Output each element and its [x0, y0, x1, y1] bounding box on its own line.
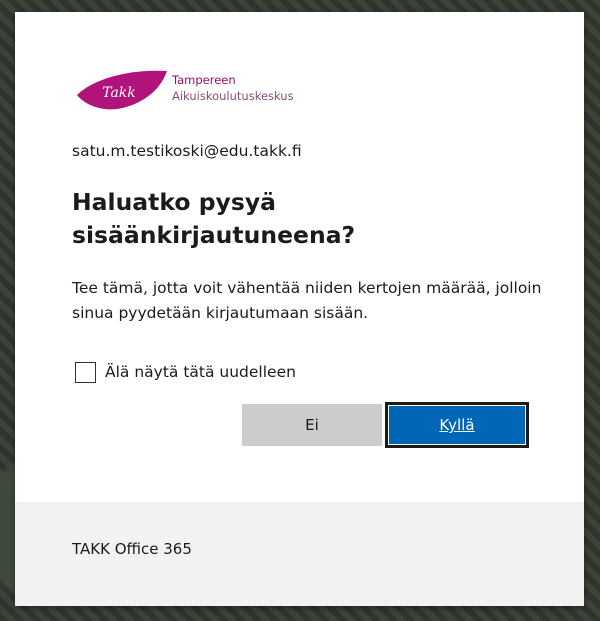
- dont-show-again-checkbox[interactable]: [75, 361, 96, 383]
- dont-show-again-label[interactable]: Älä näytä tätä uudelleen: [105, 363, 296, 381]
- stay-signed-in-dialog: Takk Tampereen Aikuiskoulutuskeskus satu…: [15, 12, 584, 606]
- dialog-title: Haluatko pysyä sisäänkirjautuneena?: [72, 188, 356, 249]
- yes-button[interactable]: Kyllä: [385, 402, 529, 448]
- footer-text: TAKK Office 365: [72, 540, 192, 558]
- takk-logo-icon: Takk: [77, 70, 167, 110]
- takk-logo: Takk Tampereen Aikuiskoulutuskeskus: [73, 67, 294, 117]
- logo-line-1: Tampereen: [172, 73, 236, 87]
- dialog-footer: TAKK Office 365: [15, 502, 584, 606]
- logo-line-2: Aikuiskoulutuskeskus: [172, 89, 294, 103]
- account-email: satu.m.testikoski@edu.takk.fi: [72, 142, 302, 160]
- dont-show-again-option[interactable]: Älä näytä tätä uudelleen: [75, 360, 296, 384]
- logo-mark-text: Takk: [102, 85, 136, 101]
- no-button[interactable]: Ei: [242, 404, 382, 446]
- dialog-description: Tee tämä, jotta voit vähentää niiden ker…: [72, 279, 542, 322]
